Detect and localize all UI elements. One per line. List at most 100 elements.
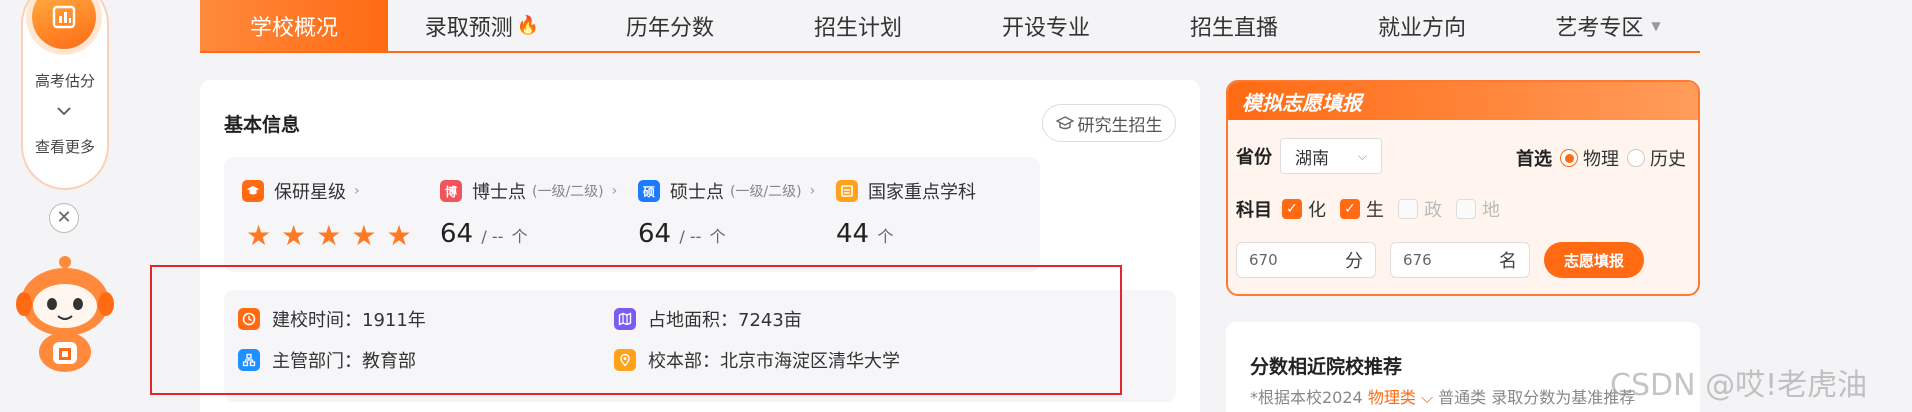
score-row: 670 分 676 名 志愿填报	[1236, 242, 1644, 278]
check-icon: ✓	[1340, 199, 1360, 219]
radio-label: 历史	[1650, 149, 1686, 170]
score-unit: 分	[1345, 251, 1363, 272]
subject-geography[interactable]: 地	[1456, 196, 1500, 222]
simulation-card: 模拟志愿填报 省份 湖南 ⌵ 首选 物理 历史 科目 ✓ 化 ✓ 生 政 地 670…	[1226, 80, 1700, 296]
stat-number: 64	[638, 219, 672, 249]
detail-campus: 校本部：北京市海淀区清华大学	[614, 347, 900, 373]
stat-value: 44 个	[836, 219, 893, 249]
button-label: 研究生招生	[1077, 115, 1163, 136]
province-label: 省份	[1236, 147, 1272, 168]
view-more-link[interactable]: 查看更多	[21, 136, 109, 157]
subject-type-dropdown[interactable]: 物理类 ⌵	[1368, 388, 1433, 407]
hot-icon: 🔥	[516, 15, 540, 36]
graduation-cap-icon	[242, 180, 264, 202]
check-icon: ✓	[1282, 199, 1302, 219]
submit-application-button[interactable]: 志愿填报	[1544, 242, 1644, 278]
rank-input[interactable]: 676 名	[1390, 242, 1530, 278]
score-input[interactable]: 670 分	[1236, 242, 1376, 278]
location-icon	[614, 349, 636, 371]
tab-label: 艺考专区	[1555, 15, 1644, 41]
watermark: CSDN @哎!老虎油	[1610, 368, 1868, 403]
star-icon: ★	[281, 219, 307, 252]
graduation-cap-icon	[1055, 116, 1074, 130]
tab-label: 招生计划	[813, 15, 902, 41]
tab-majors[interactable]: 开设专业	[952, 0, 1140, 51]
stat-unit: 个	[511, 227, 528, 246]
star-icon: ★	[246, 219, 272, 252]
tab-school-overview[interactable]: 学校概况	[200, 0, 388, 51]
simulation-title: 模拟志愿填报	[1228, 82, 1698, 120]
star-icon: ★	[386, 219, 412, 252]
stat-suffix: / --	[679, 227, 702, 246]
subject-row: 科目 ✓ 化 ✓ 生 政 地	[1236, 196, 1514, 222]
stat-label: 保研星级	[274, 182, 346, 203]
basic-info-card: 基本信息 研究生招生 保研星级 › ★ ★ ★ ★ ★ 博 博士点 (一级/二级…	[200, 80, 1200, 412]
stat-recommend-rating[interactable]: 保研星级 › ★ ★ ★ ★ ★	[224, 157, 446, 272]
stat-label: 博士点	[472, 182, 526, 203]
chevron-right-icon: ›	[354, 183, 360, 199]
tab-live[interactable]: 招生直播	[1140, 0, 1328, 51]
chevron-down-icon[interactable]	[55, 104, 73, 118]
rank-unit: 名	[1499, 251, 1517, 272]
province-select[interactable]: 湖南 ⌵	[1280, 138, 1382, 174]
stat-unit: 个	[709, 227, 726, 246]
province-value: 湖南	[1295, 148, 1329, 169]
recommend-suffix: 普通类 录取分数为基准推荐	[1438, 388, 1636, 407]
main-nav: 学校概况 录取预测 🔥 历年分数 招生计划 开设专业 招生直播 就业方向 艺考专区…	[200, 0, 1700, 53]
rank-placeholder: 676	[1403, 251, 1432, 269]
section-title: 基本信息	[224, 114, 301, 136]
chart-icon	[52, 5, 76, 29]
graduate-admission-button[interactable]: 研究生招生	[1042, 104, 1176, 142]
first-choice-row: 首选 物理 历史	[1516, 145, 1686, 171]
subject-politics[interactable]: 政	[1398, 196, 1442, 222]
detail-text: 校本部：北京市海淀区清华大学	[648, 351, 900, 372]
tab-label: 招生直播	[1189, 15, 1278, 41]
stat-unit: 个	[877, 227, 894, 246]
tab-historical-scores[interactable]: 历年分数	[576, 0, 764, 51]
stat-suffix: / --	[481, 227, 504, 246]
detail-founded: 建校时间：1911年	[238, 306, 426, 332]
stat-label: 国家重点学科	[868, 182, 976, 203]
chevron-down-icon: ⌵	[1357, 148, 1367, 163]
subject-label: 科目	[1236, 200, 1272, 221]
caret-down-icon: ▼	[1651, 18, 1661, 33]
tab-label: 开设专业	[1001, 15, 1090, 41]
stat-value: 64 / -- 个	[440, 219, 528, 249]
subject-text: 地	[1482, 200, 1500, 221]
tab-art-exam[interactable]: 艺考专区 ▼	[1516, 0, 1700, 51]
radio-history[interactable]	[1627, 149, 1645, 167]
detail-text: 主管部门：教育部	[272, 351, 416, 372]
radio-physics[interactable]	[1560, 149, 1578, 167]
stat-number: 44	[836, 219, 870, 249]
chevron-right-icon: ›	[611, 183, 618, 199]
radio-label: 物理	[1583, 149, 1619, 170]
close-icon[interactable]: ✕	[49, 203, 79, 233]
recommend-title: 分数相近院校推荐	[1250, 356, 1403, 378]
chevron-down-icon: ⌵	[1420, 388, 1434, 407]
tab-label: 学校概况	[249, 15, 338, 41]
stat-key-disciplines[interactable]: 国家重点学科 44 个	[818, 157, 1040, 272]
school-details: 建校时间：1911年 占地面积：7243亩 主管部门：教育部 校本部：北京市海淀…	[224, 290, 1176, 402]
tab-admission-prediction[interactable]: 录取预测 🔥	[388, 0, 576, 51]
star-rating: ★ ★ ★ ★ ★	[246, 222, 412, 250]
master-icon: 硕	[638, 180, 660, 202]
star-icon: ★	[316, 219, 342, 252]
tab-enrollment-plan[interactable]: 招生计划	[764, 0, 952, 51]
subject-chemistry[interactable]: ✓ 化	[1282, 196, 1326, 222]
map-icon	[614, 308, 636, 330]
stat-sub: (一级/二级)	[730, 184, 802, 200]
chevron-right-icon: ›	[809, 183, 816, 199]
detail-department: 主管部门：教育部	[238, 347, 416, 373]
subject-biology[interactable]: ✓ 生	[1340, 196, 1384, 222]
tab-label: 就业方向	[1377, 15, 1466, 41]
stat-doctoral-programs[interactable]: 博 博士点 (一级/二级) › 64 / -- 个	[422, 157, 644, 272]
tab-career[interactable]: 就业方向	[1328, 0, 1516, 51]
stat-number: 64	[440, 219, 474, 249]
stat-sub: (一级/二级)	[532, 184, 604, 200]
checkbox-empty	[1398, 199, 1418, 219]
mascot-avatar[interactable]	[10, 242, 120, 377]
detail-text: 占地面积：7243亩	[648, 310, 802, 331]
province-row: 省份 湖南 ⌵	[1236, 138, 1382, 174]
subject-text: 化	[1308, 200, 1326, 221]
stat-master-programs[interactable]: 硕 硕士点 (一级/二级) › 64 / -- 个	[620, 157, 842, 272]
